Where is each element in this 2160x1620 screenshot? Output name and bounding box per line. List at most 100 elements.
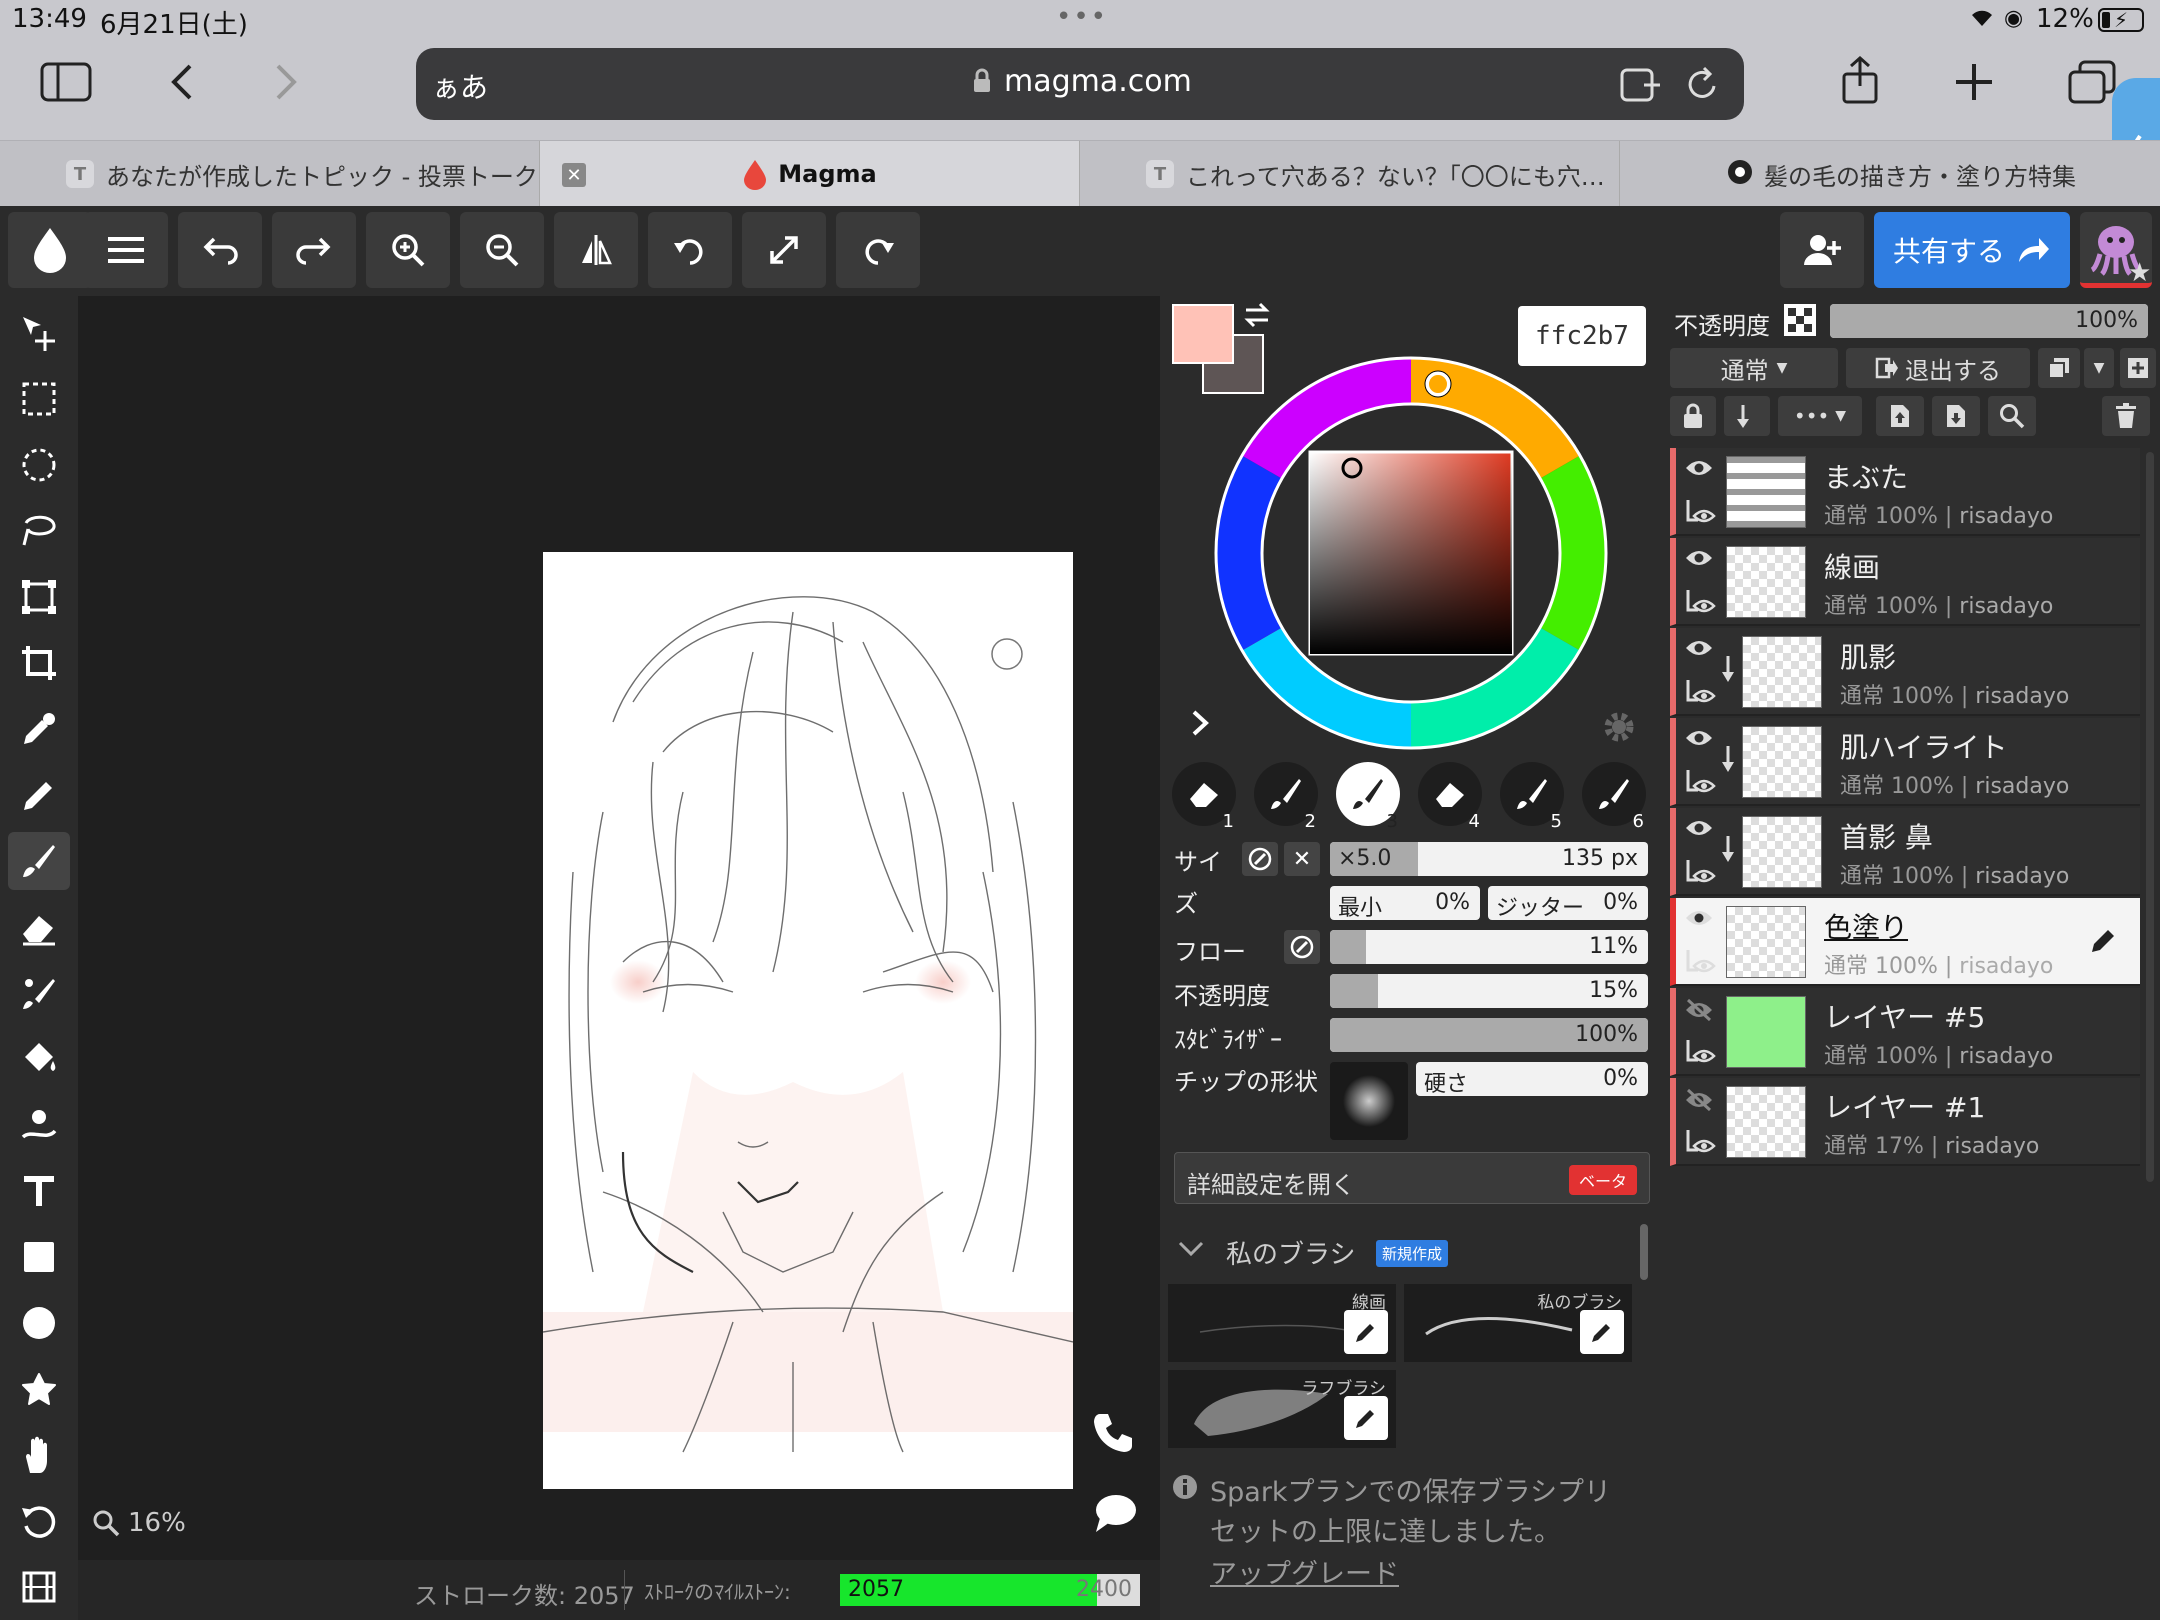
layer-settings-icon[interactable] <box>1684 1128 1716 1158</box>
timelapse-tool[interactable] <box>8 1558 70 1616</box>
visibility-eye-icon[interactable] <box>1684 458 1714 478</box>
visibility-eye-icon[interactable] <box>1684 728 1714 748</box>
flow-slider[interactable]: 11% <box>1330 930 1648 964</box>
visibility-eye-icon[interactable] <box>1684 818 1714 838</box>
expand-color-panel-icon[interactable] <box>1190 708 1210 738</box>
layer-row-7[interactable]: レイヤー #5 通常 100% | risadayo <box>1670 988 2140 1076</box>
brush-tool-active[interactable] <box>8 832 70 890</box>
size-reset-icon[interactable]: ✕ <box>1284 842 1320 876</box>
lock-layer-button[interactable] <box>1670 396 1716 436</box>
magma-logo-button[interactable] <box>8 212 92 288</box>
blend-brush-tool[interactable] <box>8 964 70 1022</box>
undo-button[interactable] <box>178 212 262 288</box>
more-options-button[interactable]: ••• ▼ <box>1778 396 1862 436</box>
zoom-indicator[interactable]: 16% <box>92 1508 186 1538</box>
ellipse-select-tool[interactable] <box>8 436 70 494</box>
blend-mode-dropdown[interactable]: 通常 ▼ <box>1670 348 1838 388</box>
merge-up-button[interactable] <box>1876 396 1924 436</box>
smudge-tool[interactable] <box>8 1096 70 1154</box>
layer-settings-icon[interactable] <box>1684 858 1716 888</box>
zoom-out-button[interactable] <box>460 212 544 288</box>
visibility-eye-icon[interactable] <box>1684 548 1714 568</box>
redo-button[interactable] <box>272 212 356 288</box>
tab-1[interactable]: T あなたが作成したトピック - 投票トーク <box>0 141 540 207</box>
brush-slot-1[interactable]: 1 <box>1172 762 1236 832</box>
alpha-lock-icon[interactable] <box>1784 304 1816 336</box>
rect-select-tool[interactable] <box>8 370 70 428</box>
menu-button[interactable] <box>84 212 168 288</box>
duplicate-layer-button[interactable] <box>2038 348 2080 388</box>
back-icon[interactable] <box>168 62 196 102</box>
layer-row-1[interactable]: まぶた 通常 100% | risadayo <box>1670 448 2140 536</box>
brush-preset-lineart[interactable]: 線画 <box>1168 1284 1396 1362</box>
layer-settings-icon[interactable] <box>1684 768 1716 798</box>
new-layer-button[interactable] <box>2120 348 2156 388</box>
share-button[interactable]: 共有する <box>1874 212 2070 288</box>
clip-layer-button[interactable] <box>1724 396 1770 436</box>
brush-slot-3-active[interactable]: 3 <box>1336 762 1400 832</box>
opacity-slider[interactable]: 15% <box>1330 974 1648 1008</box>
ellipse-tool[interactable] <box>8 1294 70 1352</box>
polygon-tool[interactable] <box>8 1360 70 1418</box>
color-wheel[interactable] <box>1214 356 1608 750</box>
jitter-slider[interactable]: ジッター 0% <box>1488 886 1648 920</box>
color-settings-gear-icon[interactable] <box>1602 710 1636 744</box>
hidden-eye-icon[interactable] <box>1684 998 1714 1022</box>
primary-color-swatch[interactable] <box>1172 304 1234 364</box>
tab-3[interactable]: T これって穴ある？ない？｢〇〇にも穴… <box>1080 141 1620 207</box>
duplicate-options-caret-icon[interactable]: ▼ <box>2084 348 2114 388</box>
brush-slot-4[interactable]: 4 <box>1418 762 1482 832</box>
address-bar[interactable]: ぁあ magma.com <box>416 48 1744 120</box>
multitask-dots-icon[interactable]: ••• <box>1056 2 1108 32</box>
layer-row-5[interactable]: 首影 鼻 通常 100% | risadayo <box>1670 808 2140 896</box>
call-icon[interactable] <box>1092 1410 1136 1454</box>
zoom-in-button[interactable] <box>366 212 450 288</box>
hidden-eye-icon[interactable] <box>1684 1088 1714 1112</box>
eyedropper-tool[interactable] <box>8 700 70 758</box>
visibility-eye-icon[interactable] <box>1684 638 1714 658</box>
close-tab-icon[interactable]: ✕ <box>562 163 586 187</box>
edit-my-brush-button[interactable] <box>1580 1310 1624 1354</box>
collapse-chevron-icon[interactable] <box>1178 1240 1204 1258</box>
rotate-left-button[interactable] <box>648 212 732 288</box>
text-size-button[interactable]: ぁあ <box>432 66 488 106</box>
edit-lineart-button[interactable] <box>1344 1310 1388 1354</box>
swap-colors-icon[interactable] <box>1242 302 1272 328</box>
brush-slot-2[interactable]: 2 <box>1254 762 1318 832</box>
size-pressure-button[interactable] <box>1242 842 1278 876</box>
delete-layer-button[interactable] <box>2102 396 2150 436</box>
flow-pressure-button[interactable] <box>1284 930 1320 964</box>
lasso-tool[interactable] <box>8 502 70 560</box>
layer-row-3[interactable]: 肌影 通常 100% | risadayo <box>1670 628 2140 716</box>
advanced-settings-button[interactable]: 詳細設定を開く ベータ <box>1174 1152 1650 1204</box>
layer-row-6[interactable]: 色塗り 通常 100% | risadayo <box>1670 898 2140 986</box>
hardness-slider[interactable]: 硬さ 0% <box>1416 1062 1648 1096</box>
reload-icon[interactable] <box>1686 66 1720 102</box>
layer-settings-icon[interactable] <box>1684 678 1716 708</box>
hand-tool[interactable] <box>8 1426 70 1484</box>
size-slider[interactable]: ×5.0 135 px <box>1330 842 1648 876</box>
rotate-right-button[interactable] <box>836 212 920 288</box>
brush-preset-rough[interactable]: ラフブラシ <box>1168 1370 1396 1448</box>
history-tool[interactable] <box>8 1492 70 1550</box>
avatar[interactable]: ★ <box>2080 212 2152 288</box>
search-layer-button[interactable] <box>1988 396 2036 436</box>
crop-tool[interactable] <box>8 634 70 692</box>
layer-settings-icon[interactable] <box>1684 498 1716 528</box>
move-tool[interactable] <box>8 304 70 362</box>
layer-settings-icon[interactable] <box>1684 588 1716 618</box>
text-tool[interactable] <box>8 1162 70 1220</box>
artboard[interactable] <box>543 552 1073 1489</box>
flip-button[interactable] <box>554 212 638 288</box>
tab-2-active[interactable]: ✕ Magma <box>540 141 1080 207</box>
layer-row-8[interactable]: レイヤー #1 通常 17% | risadayo <box>1670 1078 2140 1166</box>
layer-settings-icon[interactable] <box>1684 948 1716 978</box>
new-tab-icon[interactable] <box>1954 62 1994 102</box>
brush-slot-6[interactable]: 6 <box>1582 762 1646 832</box>
fill-tool[interactable] <box>8 1030 70 1088</box>
merge-down-button[interactable] <box>1932 396 1980 436</box>
stabilizer-slider[interactable]: 100% <box>1330 1018 1648 1052</box>
layer-settings-icon[interactable] <box>1684 1038 1716 1068</box>
reader-icon[interactable] <box>1620 68 1662 102</box>
invite-user-button[interactable] <box>1780 212 1864 288</box>
